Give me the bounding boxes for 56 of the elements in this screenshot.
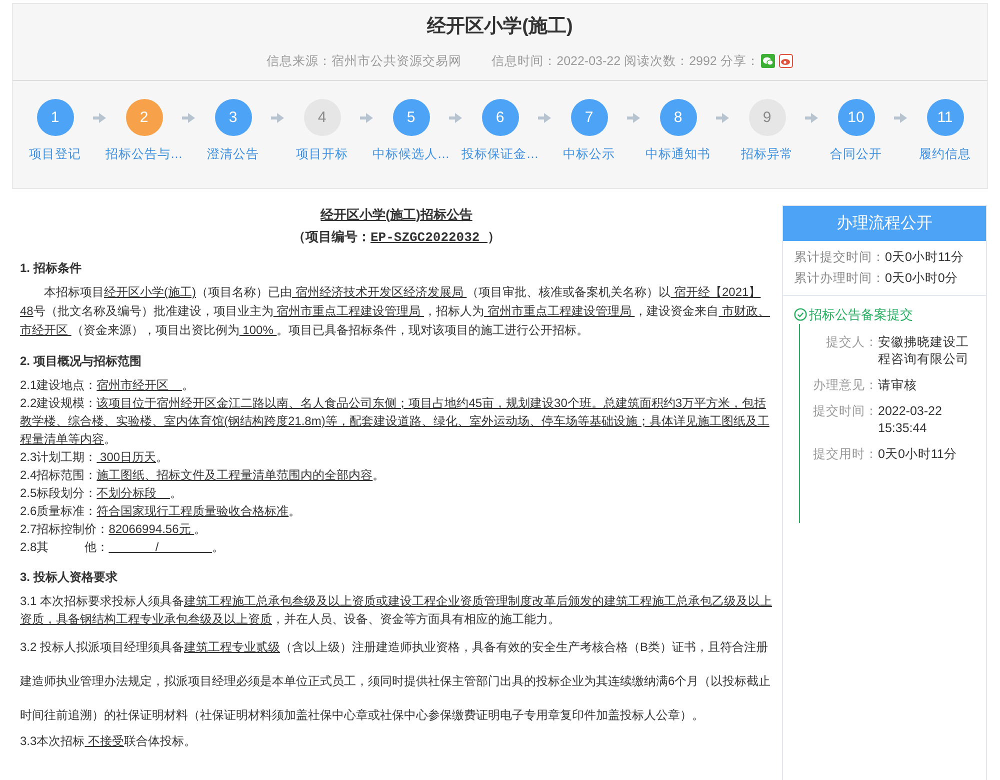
paragraph: 2.2建设规模：该项目位于宿州经开区金江二路以南、名人食品公司东侧；项目占地约45亩，规划建设30个班。总建筑面积约3万平方米，包括教学楼、综合楼、实验楼、室内体育馆(钢结构跨度21.8m)等，配套建设道路、绿化、室外运动场、停车场等基础设施；具体详见施工图纸及工程量清单等内容。 (20, 395, 770, 448)
field-value: 2022-03-22 15:35:44 (878, 403, 943, 437)
step-label[interactable]: 中标候选人… (372, 145, 450, 164)
section-heading: 2. 项目概况与招标范围 (20, 353, 142, 370)
field-label: 办理意见： (812, 377, 878, 394)
field-value: 请审核 (878, 377, 918, 394)
paragraph: 3.2 投标人拟派项目经理须具备建筑工程专业贰级（含以上级）注册建造师执业资格，具备有效的安全生产考核合格（B类）证书，且符合注册建造师执业管理办法规定，拟派项目经理必须是本单位正式员工，须同时提供社保主管部门出具的投标企业为其连续缴纳满6个月（以投标截止时间往前追溯）的社保证明材料（社保证明材料须加盖社保中心章或社保中心参保缴费证明电子专用章复印件加盖投标人公章）。 (20, 639, 772, 724)
total-label: 累计提交时间： (794, 249, 885, 266)
step-label[interactable]: 招标公告与… (105, 145, 183, 164)
step-label[interactable]: 中标通知书 (646, 145, 710, 164)
field-label: 提交人： (825, 334, 878, 351)
arrow-connector-icon (538, 113, 551, 124)
arrow-connector-icon (182, 113, 195, 124)
field-value: 0天0小时11分 (878, 446, 958, 463)
paragraph: 2.4招标范围：施工图纸、招标文件及工程量清单范围内的全部内容。 (20, 467, 386, 484)
step-label[interactable]: 中标公示 (563, 145, 615, 164)
step-label[interactable]: 澄清公告 (207, 145, 259, 164)
paragraph: 2.6质量标准：符合国家现行工程质量验收合格标准。 (20, 503, 302, 520)
document-title: 经开区小学(施工)招标公告 (320, 206, 472, 224)
check-circle-icon (794, 308, 807, 321)
paragraph: 3.1 本次招标要求投标人须具备建筑工程施工总承包叁级及以上资质或建设工程企业资质管理制度改革后颁发的建筑工程施工总承包乙级及以上资质，具备钢结构工程专业承包叁级及以上资质，并在人员、设备、资金等方面具有相应的施工能力。 (20, 593, 773, 628)
info-meta: 信息时间：2022-03-22 阅读次数：2992 分享： (492, 52, 760, 70)
info-source: 信息来源：宿州市公共资源交易网 (266, 52, 462, 70)
arrow-connector-icon (805, 113, 818, 124)
paragraph: 本招标项目 经开区小学(施工)（项目名称）已由 宿州经济技术开发区经济发展局 （项目审批、核准或备案机关名称）以 宿开经【2021】48号（批文名称及编号）批准建设，项目业主为 宿州市重点工程建设管理局 ，招标人为 宿州市重点工程建设管理局 ，建设资金来自 市财政、市经开区 （资金来源），项目出资比例为 100% 。项目已具备招标条件，现对该项目的施工进行公开招标。 (20, 284, 772, 339)
total-value: 0天0小时0分 (885, 270, 958, 287)
arrow-connector-icon (360, 113, 373, 124)
section-heading: 1. 招标条件 (20, 260, 82, 277)
step-label[interactable]: 投标保证金… (461, 145, 539, 164)
event-title: 招标公告备案提交 (809, 306, 913, 324)
paragraph: 3.3本次招标 不接受联合体投标。 (20, 733, 198, 750)
step-label[interactable]: 项目登记 (29, 145, 81, 164)
panel-header: 办理流程公开 (783, 206, 986, 241)
paragraph: 2.3计划工期： 300日历天。 (20, 449, 170, 466)
section-heading: 3. 投标人资格要求 (20, 569, 118, 586)
project-code: （项目编号：EP-SZGC2022032 ） (292, 228, 501, 246)
total-label: 累计办理时间： (794, 270, 885, 287)
total-value: 0天0小时11分 (885, 249, 964, 266)
paragraph: 2.7招标控制价：82066994.56元 。 (20, 521, 208, 538)
paragraph: 2.8其 他： / 。 (20, 539, 226, 556)
arrow-connector-icon (271, 113, 284, 124)
weibo-share-icon[interactable] (779, 54, 794, 68)
arrow-connector-icon (449, 113, 462, 124)
field-label: 提交时间： (812, 403, 878, 420)
page-title: 经开区小学(施工) (427, 15, 573, 39)
arrow-connector-icon (716, 113, 729, 124)
arrow-connector-icon (894, 113, 907, 124)
paragraph: 2.1建设地点：宿州市经开区 。 (20, 377, 196, 394)
field-value: 安徽拂晓建设工程咨询有限公司 (878, 334, 970, 368)
arrow-connector-icon (93, 113, 106, 124)
chat-share-icon[interactable] (761, 54, 776, 68)
step-label[interactable]: 履约信息 (919, 145, 971, 164)
step-label[interactable]: 合同公开 (830, 145, 882, 164)
field-label: 提交用时： (812, 446, 878, 463)
paragraph: 2.5标段划分：不划分标段 。 (20, 485, 184, 502)
arrow-connector-icon (627, 113, 640, 124)
